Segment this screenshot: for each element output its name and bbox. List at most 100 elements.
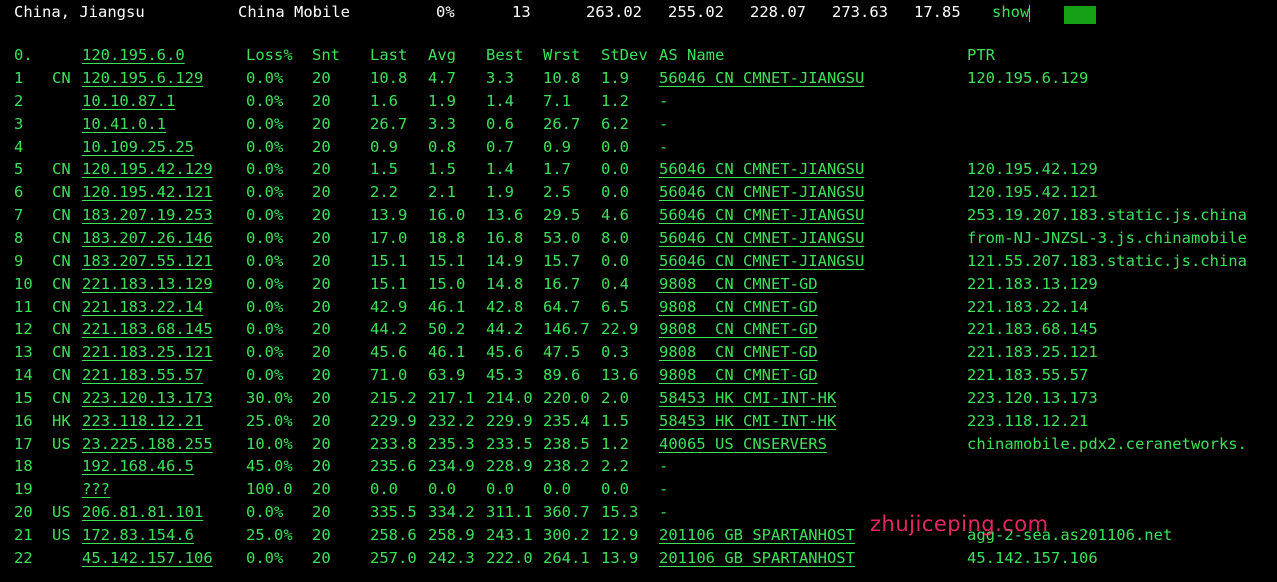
best-value: 44.2 <box>486 320 524 339</box>
country-code: US <box>52 434 71 453</box>
as-name-link[interactable]: 9808 CN CMNET-GD <box>659 364 818 386</box>
last-value: 335.5 <box>370 503 417 522</box>
hop-host-link[interactable]: 23.225.188.255 <box>82 433 213 455</box>
last-value: 235.6 <box>370 457 417 476</box>
best-value: 222.0 <box>486 548 533 567</box>
loss-value: 0.0% <box>246 320 284 339</box>
hop-index: 19 <box>14 480 33 499</box>
hop-host-link[interactable]: 223.118.12.21 <box>82 410 203 432</box>
sent-value: 20 <box>312 137 331 156</box>
status-count: 13 <box>512 3 531 21</box>
header-last: Last <box>370 46 408 64</box>
hop-row: 2 10.10.87.1 0.0% 20 1.6 1.9 1.4 7.1 1.2 - <box>0 90 1277 112</box>
as-name-link[interactable]: 40065 US CNSERVERS <box>659 433 827 455</box>
avg-value: 1.5 <box>428 160 456 179</box>
as-name-link[interactable]: 56046 CN CMNET-JIANGSU <box>659 67 864 89</box>
last-value: 42.9 <box>370 297 408 316</box>
loss-value: 30.0% <box>246 388 293 407</box>
hop-host-link[interactable]: 10.109.25.25 <box>82 136 194 158</box>
hop-host-link[interactable]: 45.142.157.106 <box>82 547 213 569</box>
hop-host-link[interactable]: 172.83.154.6 <box>82 524 194 546</box>
hop-index: 6 <box>14 183 24 202</box>
hop-host-link[interactable]: 221.183.22.14 <box>82 296 203 318</box>
header-stdev: StDev <box>601 46 648 64</box>
loss-value: 0.0% <box>246 114 284 133</box>
last-value: 13.9 <box>370 206 408 225</box>
hop-host-link[interactable]: 183.207.19.253 <box>82 204 213 226</box>
country-code: CN <box>52 388 71 407</box>
as-name-link[interactable]: 56046 CN CMNET-JIANGSU <box>659 204 864 226</box>
hop-host-link[interactable]: 120.195.42.121 <box>82 181 213 203</box>
loss-value: 0.0% <box>246 366 284 385</box>
hop-row: 3 10.41.0.1 0.0% 20 26.7 3.3 0.6 26.7 6.2 - <box>0 113 1277 135</box>
hop-host-link[interactable]: ??? <box>82 478 110 500</box>
stdev-value: 6.2 <box>601 114 629 133</box>
hop-host-link[interactable]: 183.207.26.146 <box>82 227 213 249</box>
sent-value: 20 <box>312 366 331 385</box>
header-index: 0. <box>14 46 33 64</box>
as-name-link[interactable]: 56046 CN CMNET-JIANGSU <box>659 181 864 203</box>
stdev-value: 12.9 <box>601 526 639 544</box>
worst-value: 89.6 <box>543 366 581 385</box>
best-value: 1.4 <box>486 160 514 179</box>
as-name-link[interactable]: 9808 CN CMNET-GD <box>659 318 818 340</box>
show-link[interactable]: show <box>992 3 1029 21</box>
ptr-value: 253.19.207.183.static.js.china <box>967 206 1247 225</box>
hop-row: 9 CN 183.207.55.121 0.0% 20 15.1 15.1 14.9 15.7 0… <box>0 250 1277 272</box>
as-name-link[interactable]: 9808 CN CMNET-GD <box>659 341 818 363</box>
worst-value: 300.2 <box>543 526 590 544</box>
loss-value: 0.0% <box>246 69 284 87</box>
last-value: 15.1 <box>370 251 408 270</box>
as-name-link[interactable]: 58453 HK CMI-INT-HK <box>659 387 836 409</box>
as-name-link[interactable]: 56046 CN CMNET-JIANGSU <box>659 227 864 249</box>
hop-host-link[interactable]: 221.183.13.129 <box>82 273 213 295</box>
avg-value: 50.2 <box>428 320 466 339</box>
country-code: CN <box>52 183 71 202</box>
best-value: 0.7 <box>486 137 514 156</box>
last-value: 71.0 <box>370 366 408 385</box>
sent-value: 20 <box>312 206 331 225</box>
worst-value: 10.8 <box>543 69 581 87</box>
hop-host-link[interactable]: 221.183.68.145 <box>82 318 213 340</box>
last-value: 45.6 <box>370 343 408 362</box>
sent-value: 20 <box>312 457 331 476</box>
avg-value: 334.2 <box>428 503 475 522</box>
worst-value: 238.2 <box>543 457 590 476</box>
as-name-link[interactable]: 56046 CN CMNET-JIANGSU <box>659 158 864 180</box>
hop-index: 16 <box>14 411 33 430</box>
watermark: zhujiceping.com <box>870 512 1049 536</box>
status-value-4: 273.63 <box>832 3 888 21</box>
ptr-value: 223.118.12.21 <box>967 411 1089 430</box>
hop-host-link[interactable]: 120.195.6.129 <box>82 67 203 89</box>
hop-row: 10 CN 221.183.13.129 0.0% 20 15.1 15.0 14.8 16.7… <box>0 273 1277 295</box>
header-host[interactable]: 120.195.6.0 <box>82 44 185 66</box>
hop-row: 1 CN 120.195.6.129 0.0% 20 10.8 4.7 3.3 10.8 1.9 5… <box>0 67 1277 89</box>
hop-host-link[interactable]: 183.207.55.121 <box>82 250 213 272</box>
best-value: 1.4 <box>486 91 514 110</box>
mtr-output: 0. 120.195.6.0 Loss% Snt Last Avg Best W… <box>0 26 1277 582</box>
last-value: 258.6 <box>370 526 417 544</box>
as-name-link[interactable]: 201106 GB SPARTANHOST <box>659 524 855 546</box>
as-name-link[interactable]: 58453 HK CMI-INT-HK <box>659 410 836 432</box>
avg-value: 18.8 <box>428 228 466 247</box>
hop-host-link[interactable]: 10.10.87.1 <box>82 90 175 112</box>
avg-value: 3.3 <box>428 114 456 133</box>
hop-host-link[interactable]: 223.120.13.173 <box>82 387 213 409</box>
hop-host-link[interactable]: 221.183.25.121 <box>82 341 213 363</box>
hop-index: 1 <box>14 69 24 87</box>
sent-value: 20 <box>312 91 331 110</box>
as-name-link[interactable]: 9808 CN CMNET-GD <box>659 296 818 318</box>
hop-host-link[interactable]: 206.81.81.101 <box>82 501 203 523</box>
as-name-link[interactable]: 56046 CN CMNET-JIANGSU <box>659 250 864 272</box>
hop-host-link[interactable]: 120.195.42.129 <box>82 158 213 180</box>
as-name-link[interactable]: 9808 CN CMNET-GD <box>659 273 818 295</box>
sent-value: 20 <box>312 480 331 499</box>
loss-value: 0.0% <box>246 183 284 202</box>
hop-host-link[interactable]: 192.168.46.5 <box>82 455 194 477</box>
as-name-link[interactable]: 201106 GB SPARTANHOST <box>659 547 855 569</box>
country-code: CN <box>52 228 71 247</box>
hop-row: 11 CN 221.183.22.14 0.0% 20 42.9 46.1 42.8 64.7 6… <box>0 296 1277 318</box>
hop-host-link[interactable]: 221.183.55.57 <box>82 364 203 386</box>
avg-value: 235.3 <box>428 434 475 453</box>
hop-host-link[interactable]: 10.41.0.1 <box>82 113 166 135</box>
